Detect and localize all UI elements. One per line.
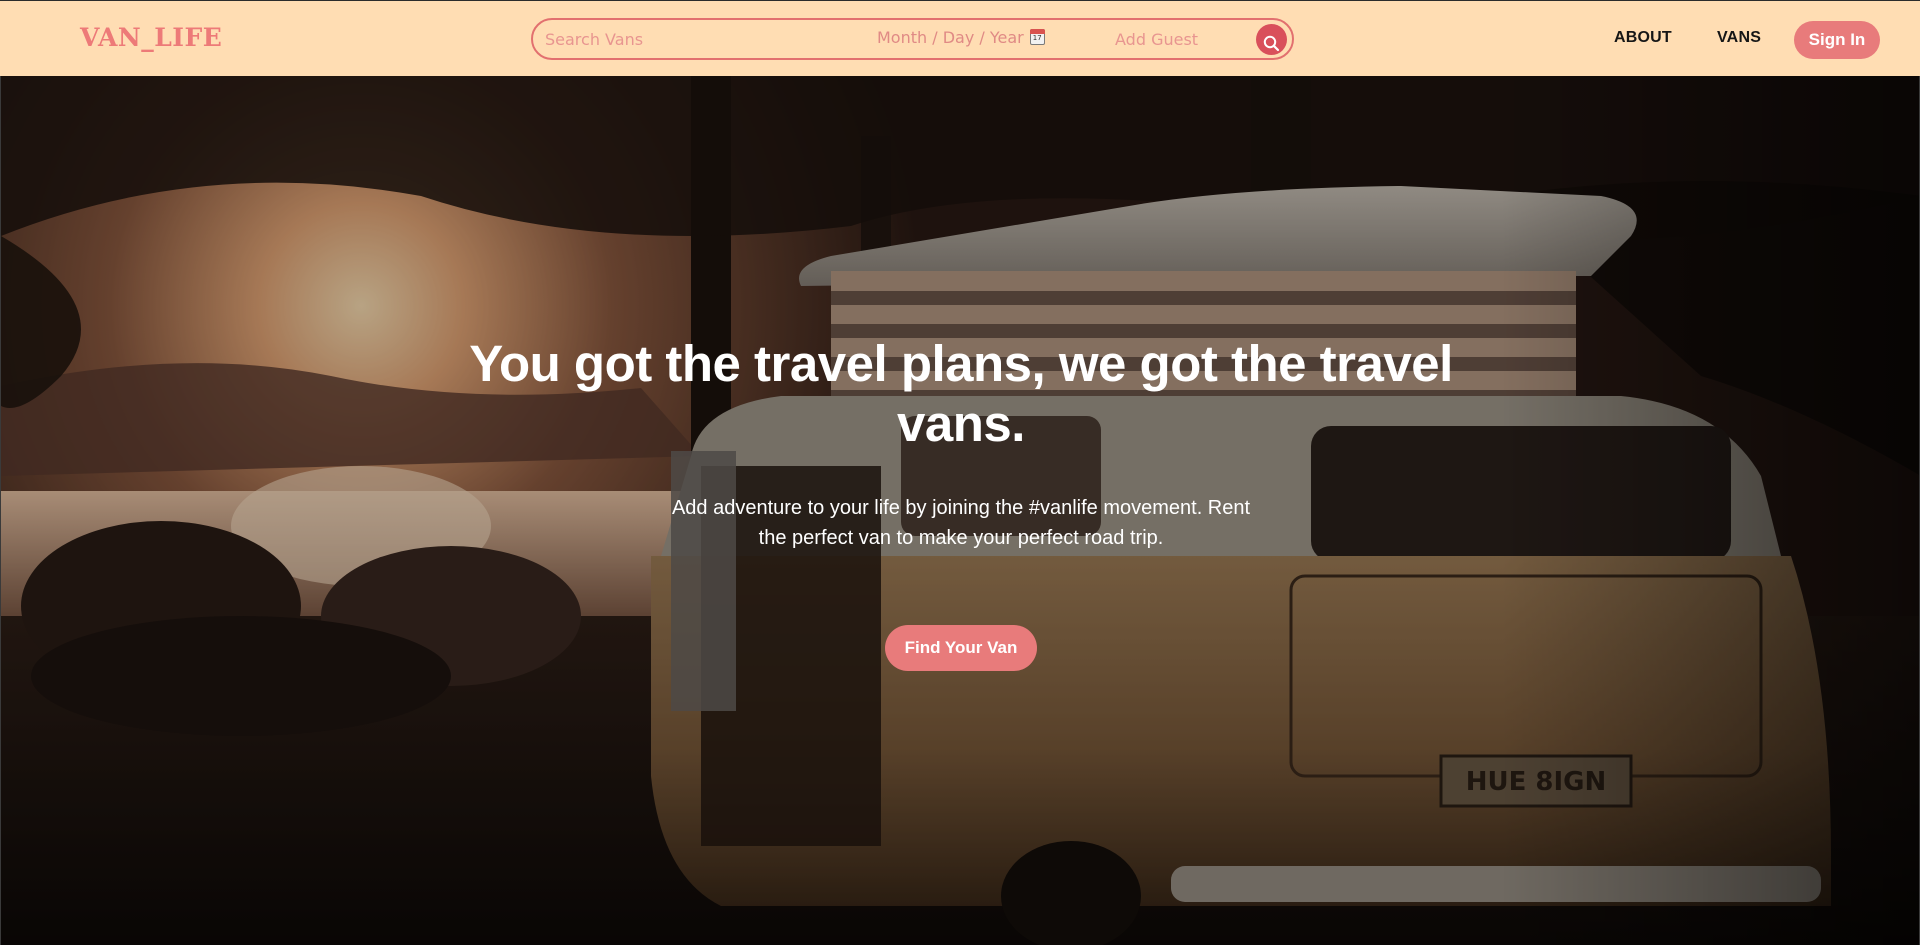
search-button[interactable] (1256, 24, 1287, 55)
date-picker-placeholder: Month / Day / Year (877, 28, 1024, 47)
hero-section: HUE 8IGN You got the travel plans, we go… (0, 76, 1920, 945)
hero-title: You got the travel plans, we got the tra… (469, 335, 1453, 452)
search-vans-input[interactable] (545, 27, 845, 51)
add-guest-input[interactable] (1115, 27, 1245, 51)
nav-vans-link[interactable]: VANS (1717, 29, 1761, 47)
page: VAN_LIFE Month / Day / Year 17 ABOUT VANS… (0, 0, 1920, 945)
date-picker-field[interactable]: Month / Day / Year 17 (877, 28, 1045, 52)
sign-in-button[interactable]: Sign In (1794, 21, 1880, 59)
hero-subtitle: Add adventure to your life by joining th… (671, 497, 1251, 549)
calendar-icon-day: 17 (1032, 34, 1042, 42)
calendar-icon[interactable]: 17 (1029, 29, 1045, 45)
search-bar: Month / Day / Year 17 (531, 18, 1294, 60)
nav-about-link[interactable]: ABOUT (1614, 29, 1672, 47)
logo-link[interactable]: VAN_LIFE (80, 23, 222, 52)
find-your-van-button[interactable]: Find Your Van (885, 625, 1037, 671)
search-icon (1263, 35, 1280, 51)
site-header: VAN_LIFE Month / Day / Year 17 ABOUT VANS… (0, 0, 1920, 76)
